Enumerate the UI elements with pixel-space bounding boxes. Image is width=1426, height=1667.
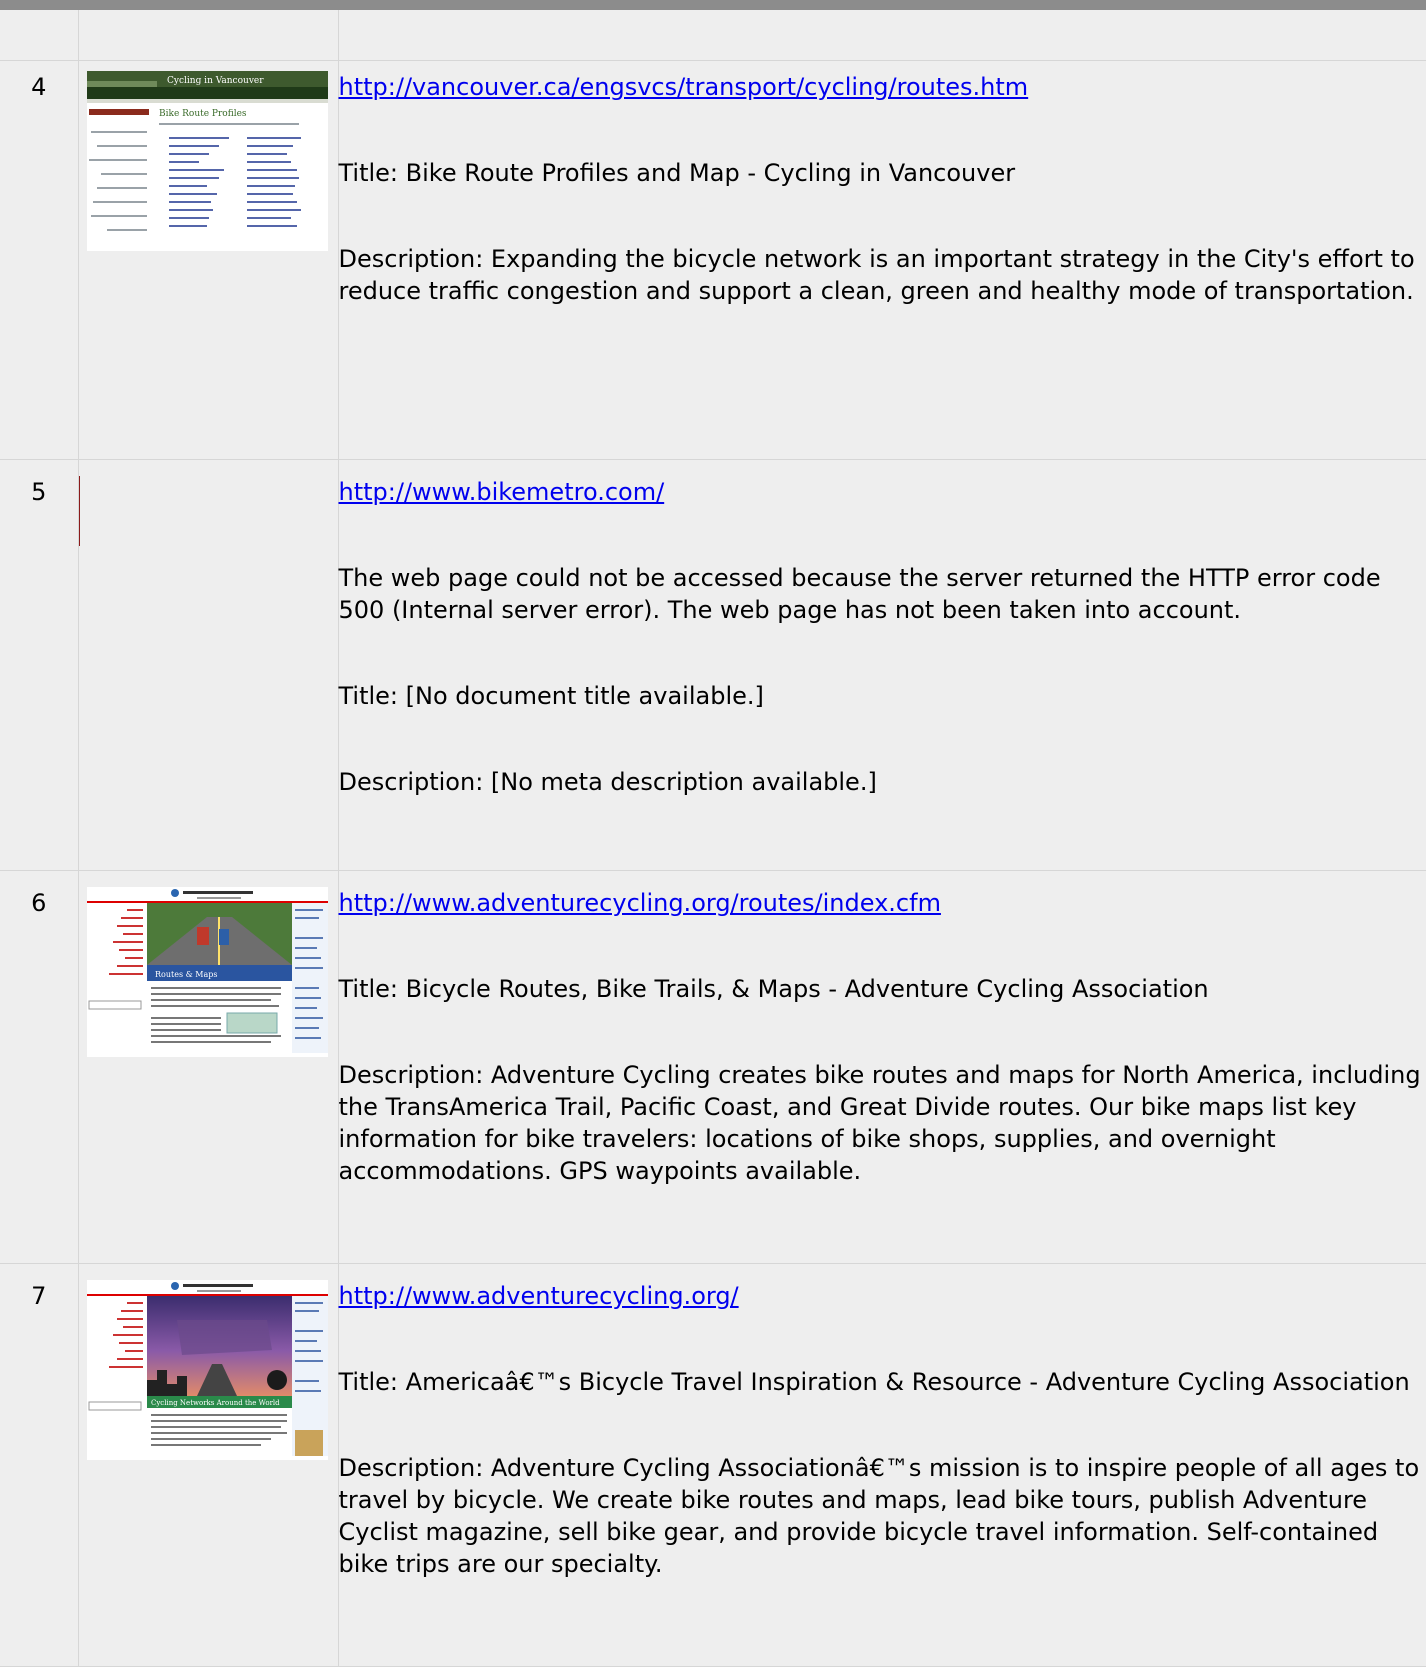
svg-text:Bike Route Profiles: Bike Route Profiles <box>159 109 247 119</box>
adventure-cycling-home-thumbnail[interactable]: Cycling Networks Around the World <box>86 1280 328 1460</box>
missing-thumbnail <box>78 476 80 546</box>
table-header-row <box>0 10 1426 61</box>
table-row: 4 Cycling in Vancouver Bike Route Profil… <box>0 60 1426 460</box>
result-url-link[interactable]: http://www.adventurecycling.org/ <box>339 1282 739 1310</box>
result-description: Description: [No meta description availa… <box>338 768 877 796</box>
results-table: 4 Cycling in Vancouver Bike Route Profil… <box>0 10 1426 1667</box>
vancouver-cycling-thumbnail[interactable]: Cycling in Vancouver Bike Route Profiles <box>86 71 328 251</box>
row-index: 5 <box>0 459 79 871</box>
svg-text:Cycling Networks Around the Wo: Cycling Networks Around the World <box>151 1399 280 1407</box>
result-error: The web page could not be accessed becau… <box>338 564 1381 624</box>
svg-text:Cycling in Vancouver: Cycling in Vancouver <box>167 76 264 86</box>
table-row: 7 Cycling Networks Around the World http… <box>0 1263 1426 1667</box>
result-url-link[interactable]: http://vancouver.ca/engsvcs/transport/cy… <box>339 73 1029 101</box>
row-index: 4 <box>0 60 79 460</box>
result-title: Title: Bicycle Routes, Bike Trails, & Ma… <box>338 975 1209 1003</box>
result-url-link[interactable]: http://www.adventurecycling.org/routes/i… <box>339 889 941 917</box>
result-description: Description: Expanding the bicycle netwo… <box>338 245 1415 305</box>
result-url-link[interactable]: http://www.bikemetro.com/ <box>339 478 665 506</box>
result-description: Description: Adventure Cycling creates b… <box>338 1061 1421 1185</box>
result-title: Title: Americaâ€™s Bicycle Travel Inspir… <box>338 1368 1410 1396</box>
row-index: 7 <box>0 1263 79 1667</box>
table-row: 5 http://www.bikemetro.com/ The web page… <box>0 459 1426 871</box>
header-bar <box>0 0 1426 10</box>
result-title: Title: Bike Route Profiles and Map - Cyc… <box>338 159 1016 187</box>
result-title: Title: [No document title available.] <box>338 682 764 710</box>
row-index: 6 <box>0 870 79 1264</box>
svg-text:Routes & Maps: Routes & Maps <box>155 970 217 979</box>
result-description: Description: Adventure Cycling Associati… <box>338 1454 1420 1578</box>
adventure-cycling-routes-thumbnail[interactable]: Routes & Maps <box>86 887 328 1057</box>
table-row: 6 Routes & Maps http://www.adventurecycl… <box>0 870 1426 1264</box>
